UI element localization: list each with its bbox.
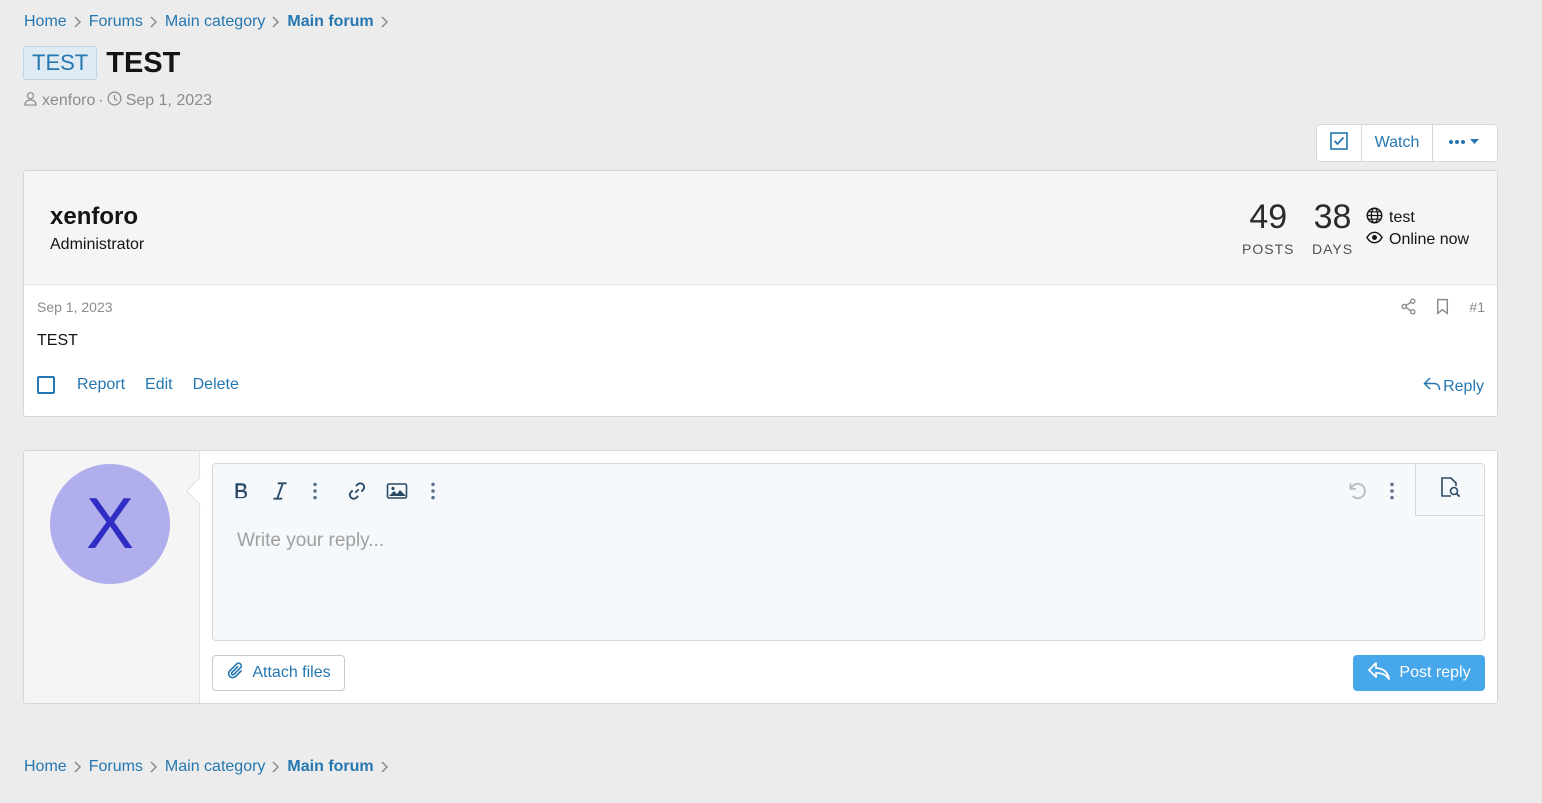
breadcrumb-bottom: Home Forums Main category Main forum <box>24 758 396 776</box>
editor-toolbar <box>213 464 1484 516</box>
paperclip-icon <box>226 661 252 686</box>
edit-link[interactable]: Edit <box>145 376 173 394</box>
breadcrumb-main-forum[interactable]: Main forum <box>287 13 373 31</box>
attach-files-label: Attach files <box>252 664 331 681</box>
breadcrumb-home[interactable]: Home <box>24 13 67 31</box>
thread-action-group: Watch <box>1316 124 1498 162</box>
breadcrumb-home[interactable]: Home <box>24 758 67 776</box>
watch-button[interactable]: Watch <box>1362 125 1433 161</box>
avatar[interactable]: X <box>50 464 170 584</box>
select-thread-button[interactable] <box>1317 125 1362 161</box>
days-count: 38 <box>1313 198 1352 236</box>
thread-date-link[interactable]: Sep 1, 2023 <box>126 92 212 110</box>
thread-author-link[interactable]: xenforo <box>42 92 95 110</box>
user-icon <box>23 91 42 111</box>
eye-icon <box>1366 229 1389 251</box>
chevron-right-icon <box>143 761 165 773</box>
undo-icon[interactable] <box>1345 479 1369 503</box>
reply-editor[interactable]: Write your reply... <box>212 463 1485 641</box>
chevron-right-icon <box>374 761 396 773</box>
preview-button[interactable] <box>1415 464 1484 516</box>
attach-files-button[interactable]: Attach files <box>212 655 345 691</box>
select-post-checkbox[interactable] <box>37 376 55 394</box>
chevron-right-icon <box>265 16 287 28</box>
bold-icon[interactable] <box>229 479 253 503</box>
posts-label: POSTS <box>1242 241 1295 257</box>
preview-icon <box>1438 475 1462 504</box>
clock-icon <box>107 91 126 111</box>
breadcrumb-main-forum[interactable]: Main forum <box>287 758 373 776</box>
posts-stat: 49 POSTS <box>1242 197 1294 257</box>
breadcrumb-main-category[interactable]: Main category <box>165 13 266 31</box>
post-number-link[interactable]: #1 <box>1469 299 1485 315</box>
user-location: test <box>1389 209 1415 226</box>
post-message: xenforo Administrator 49 POSTS 38 DAYS t… <box>23 170 1498 417</box>
days-stat: 38 DAYS <box>1312 197 1353 257</box>
delete-link[interactable]: Delete <box>193 376 239 394</box>
post-date-link[interactable]: Sep 1, 2023 <box>37 299 113 315</box>
link-icon[interactable] <box>345 479 369 503</box>
reply-button[interactable]: Reply <box>1423 376 1484 397</box>
chevron-right-icon <box>143 16 165 28</box>
post-user-title: Administrator <box>50 236 145 253</box>
more-insert-options-icon[interactable] <box>421 479 445 503</box>
reply-label: Reply <box>1443 377 1484 395</box>
post-user-header: xenforo Administrator 49 POSTS 38 DAYS t… <box>24 171 1497 285</box>
checkbox-checked-icon <box>1330 131 1348 155</box>
post-username[interactable]: xenforo <box>50 203 138 231</box>
page-title: TEST <box>106 46 181 79</box>
italic-icon[interactable] <box>268 479 292 503</box>
breadcrumb-forums[interactable]: Forums <box>89 758 143 776</box>
chevron-right-icon <box>67 16 89 28</box>
thread-title-row: TEST TEST <box>23 46 180 80</box>
breadcrumb-main-category[interactable]: Main category <box>165 758 266 776</box>
breadcrumb-forums[interactable]: Forums <box>89 13 143 31</box>
thread-prefix-label[interactable]: TEST <box>23 46 98 80</box>
meta-separator: · <box>98 92 104 109</box>
image-icon[interactable] <box>385 479 409 503</box>
share-icon[interactable] <box>1400 298 1417 315</box>
post-tools: #1 <box>1382 298 1485 315</box>
user-online-status: Online now <box>1389 231 1470 248</box>
more-options-button[interactable] <box>1433 125 1497 161</box>
chevron-right-icon <box>265 761 287 773</box>
globe-icon <box>1366 207 1389 229</box>
ellipsis-dropdown-icon <box>1448 134 1482 152</box>
thread-meta: xenforo · Sep 1, 2023 <box>23 91 212 111</box>
breadcrumb: Home Forums Main category Main forum <box>24 13 396 31</box>
post-reply-button[interactable]: Post reply <box>1353 655 1485 691</box>
post-reply-label: Post reply <box>1399 664 1471 681</box>
more-text-options-icon[interactable] <box>303 479 327 503</box>
reply-icon <box>1423 376 1443 397</box>
quick-reply-user: X <box>24 451 200 703</box>
user-side-info: test Online now <box>1366 207 1469 251</box>
chevron-right-icon <box>67 761 89 773</box>
quick-reply: X Write your reply... Attach files Post … <box>23 450 1498 704</box>
chevron-right-icon <box>374 16 396 28</box>
days-label: DAYS <box>1312 241 1354 257</box>
post-actions: Report Edit Delete <box>37 376 259 394</box>
reply-icon <box>1367 661 1399 686</box>
post-body: TEST <box>37 332 78 349</box>
more-editor-options-icon[interactable] <box>1380 479 1404 503</box>
posts-count: 49 <box>1249 198 1288 236</box>
bookmark-icon[interactable] <box>1434 298 1451 315</box>
reply-input-placeholder[interactable]: Write your reply... <box>237 530 384 552</box>
report-link[interactable]: Report <box>77 376 125 394</box>
